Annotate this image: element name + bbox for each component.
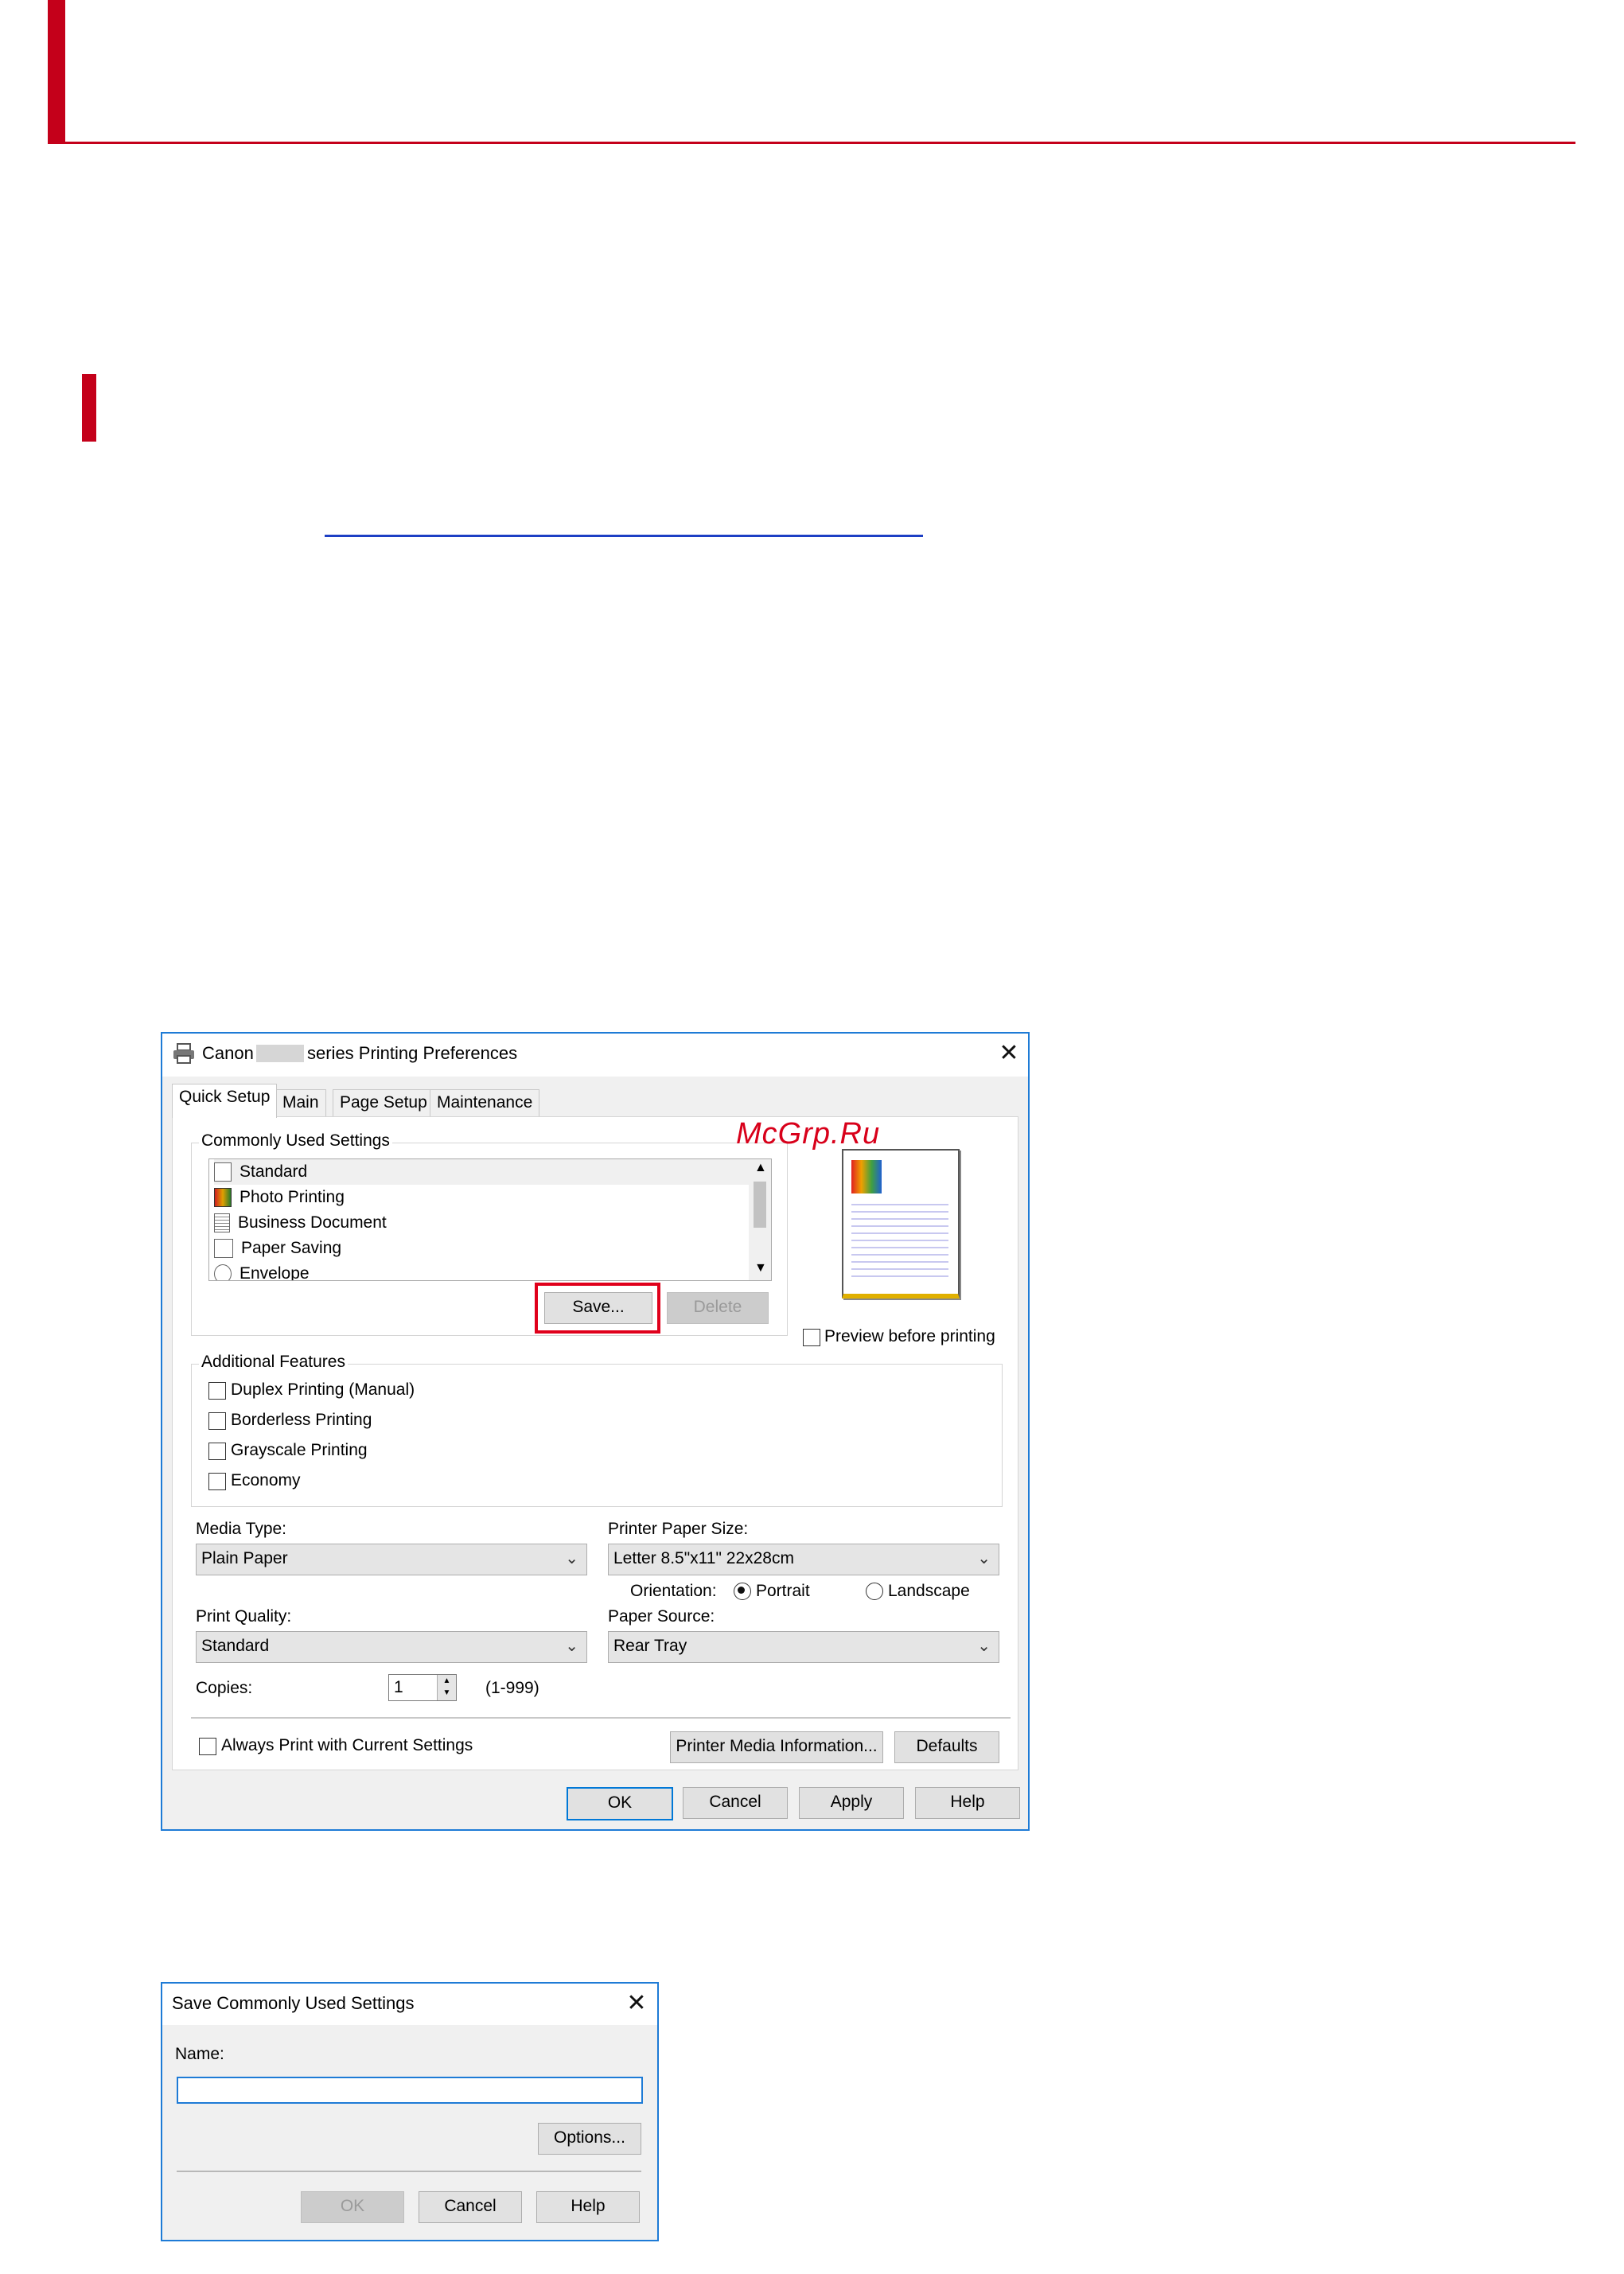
- additional-features-label: Additional Features: [199, 1353, 348, 1372]
- copies-input[interactable]: 1 ▲ ▼: [388, 1674, 457, 1701]
- preview-text-lines: [851, 1198, 948, 1278]
- name-label: Name:: [175, 2045, 224, 2063]
- photo-icon: [214, 1188, 232, 1208]
- print-quality-value: Standard: [201, 1637, 270, 1655]
- media-type-select[interactable]: Plain Paper ⌄: [196, 1544, 587, 1575]
- printer-media-info-button[interactable]: Printer Media Information...: [670, 1731, 883, 1763]
- link-underline[interactable]: [325, 535, 923, 537]
- list-item[interactable]: Business Document: [214, 1210, 754, 1236]
- save-dialog-cancel-button[interactable]: Cancel: [419, 2191, 522, 2223]
- economy-label: Economy: [231, 1471, 301, 1489]
- duplex-label: Duplex Printing (Manual): [231, 1380, 415, 1399]
- always-print-label: Always Print with Current Settings: [221, 1736, 473, 1754]
- list-item-label: Paper Saving: [241, 1239, 342, 1257]
- business-document-icon: [214, 1213, 230, 1233]
- save-dialog-help-button[interactable]: Help: [536, 2191, 640, 2223]
- chevron-down-icon: ⌄: [977, 1637, 991, 1655]
- landscape-label: Landscape: [888, 1582, 970, 1600]
- copies-spinner[interactable]: ▲ ▼: [437, 1675, 456, 1700]
- list-item-label: Envelope: [240, 1264, 310, 1281]
- paper-source-value: Rear Tray: [613, 1637, 687, 1655]
- tab-page-setup[interactable]: Page Setup: [333, 1089, 434, 1117]
- prefs-title-suffix: series Printing Preferences: [307, 1043, 518, 1063]
- chevron-down-icon: ⌄: [565, 1637, 578, 1655]
- save-button[interactable]: Save...: [544, 1292, 652, 1324]
- borderless-checkbox[interactable]: [208, 1412, 226, 1430]
- model-name-redacted: [256, 1045, 304, 1062]
- delete-button[interactable]: Delete: [667, 1292, 769, 1324]
- borderless-label: Borderless Printing: [231, 1411, 372, 1429]
- section-accent-bar: [82, 374, 96, 442]
- divider: [177, 2171, 641, 2172]
- prefs-title-prefix: Canon: [202, 1043, 254, 1063]
- copies-label: Copies:: [196, 1679, 253, 1697]
- ok-button[interactable]: OK: [567, 1787, 673, 1820]
- watermark-text: McGrp.Ru: [736, 1117, 881, 1151]
- always-print-checkbox[interactable]: [199, 1738, 216, 1755]
- envelope-icon: [214, 1264, 232, 1280]
- save-dialog-close-button[interactable]: ✕: [621, 1989, 652, 2018]
- tab-main[interactable]: Main: [275, 1089, 326, 1117]
- paper-size-value: Letter 8.5"x11" 22x28cm: [613, 1549, 794, 1567]
- portrait-radio[interactable]: [734, 1583, 751, 1600]
- paper-saving-icon: [214, 1239, 233, 1259]
- orientation-label: Orientation:: [630, 1582, 717, 1600]
- help-button[interactable]: Help: [915, 1787, 1020, 1819]
- paper-source-label: Paper Source:: [608, 1607, 715, 1626]
- printer-icon: [173, 1043, 194, 1064]
- list-item[interactable]: Envelope: [214, 1261, 754, 1281]
- scroll-up-icon[interactable]: ▲: [754, 1161, 767, 1175]
- print-quality-label: Print Quality:: [196, 1607, 292, 1626]
- list-item[interactable]: Photo Printing: [214, 1185, 754, 1210]
- copies-value: 1: [394, 1678, 403, 1696]
- list-scrollbar[interactable]: ▲ ▼: [749, 1159, 771, 1280]
- standard-doc-icon: [214, 1162, 232, 1182]
- duplex-checkbox[interactable]: [208, 1382, 226, 1400]
- print-preview: [842, 1149, 960, 1299]
- media-type-value: Plain Paper: [201, 1549, 288, 1567]
- grayscale-checkbox[interactable]: [208, 1443, 226, 1460]
- tab-maintenance[interactable]: Maintenance: [430, 1089, 540, 1117]
- portrait-label: Portrait: [756, 1582, 810, 1600]
- title-accent-bar: [48, 0, 65, 143]
- cancel-button[interactable]: Cancel: [683, 1787, 788, 1819]
- prefs-close-button[interactable]: ✕: [993, 1039, 1025, 1068]
- list-item-label: Business Document: [238, 1213, 387, 1232]
- copies-range: (1-999): [485, 1679, 539, 1697]
- paper-source-select[interactable]: Rear Tray ⌄: [608, 1631, 999, 1663]
- paper-size-label: Printer Paper Size:: [608, 1520, 749, 1538]
- tab-quick-setup[interactable]: Quick Setup: [172, 1084, 278, 1118]
- options-button[interactable]: Options...: [538, 2123, 641, 2155]
- grayscale-label: Grayscale Printing: [231, 1441, 368, 1459]
- media-type-label: Media Type:: [196, 1520, 287, 1538]
- divider: [191, 1717, 1011, 1719]
- commonly-used-label: Commonly Used Settings: [199, 1131, 392, 1151]
- list-item[interactable]: Paper Saving: [214, 1236, 754, 1261]
- preview-label: Preview before printing: [824, 1327, 995, 1345]
- scroll-down-icon[interactable]: ▼: [754, 1261, 767, 1275]
- apply-button[interactable]: Apply: [799, 1787, 904, 1819]
- chevron-down-icon: ⌄: [977, 1550, 991, 1567]
- chevron-down-icon: ⌄: [565, 1550, 578, 1567]
- defaults-button[interactable]: Defaults: [894, 1731, 999, 1763]
- list-item-label: Standard: [240, 1162, 308, 1181]
- save-dialog-ok-button[interactable]: OK: [301, 2191, 404, 2223]
- preview-image: [851, 1160, 882, 1193]
- settings-list[interactable]: Standard Photo Printing Business Documen…: [208, 1158, 772, 1281]
- print-quality-select[interactable]: Standard ⌄: [196, 1631, 587, 1663]
- preview-checkbox[interactable]: [803, 1329, 820, 1346]
- economy-checkbox[interactable]: [208, 1473, 226, 1490]
- paper-size-select[interactable]: Letter 8.5"x11" 22x28cm ⌄: [608, 1544, 999, 1575]
- landscape-radio[interactable]: [866, 1583, 883, 1600]
- list-item[interactable]: Standard: [214, 1159, 754, 1185]
- title-rule: [48, 142, 1575, 144]
- name-input[interactable]: [177, 2077, 643, 2104]
- save-dialog-title: Save Commonly Used Settings: [172, 1993, 415, 2013]
- scroll-thumb[interactable]: [754, 1182, 766, 1228]
- list-item-label: Photo Printing: [240, 1188, 345, 1206]
